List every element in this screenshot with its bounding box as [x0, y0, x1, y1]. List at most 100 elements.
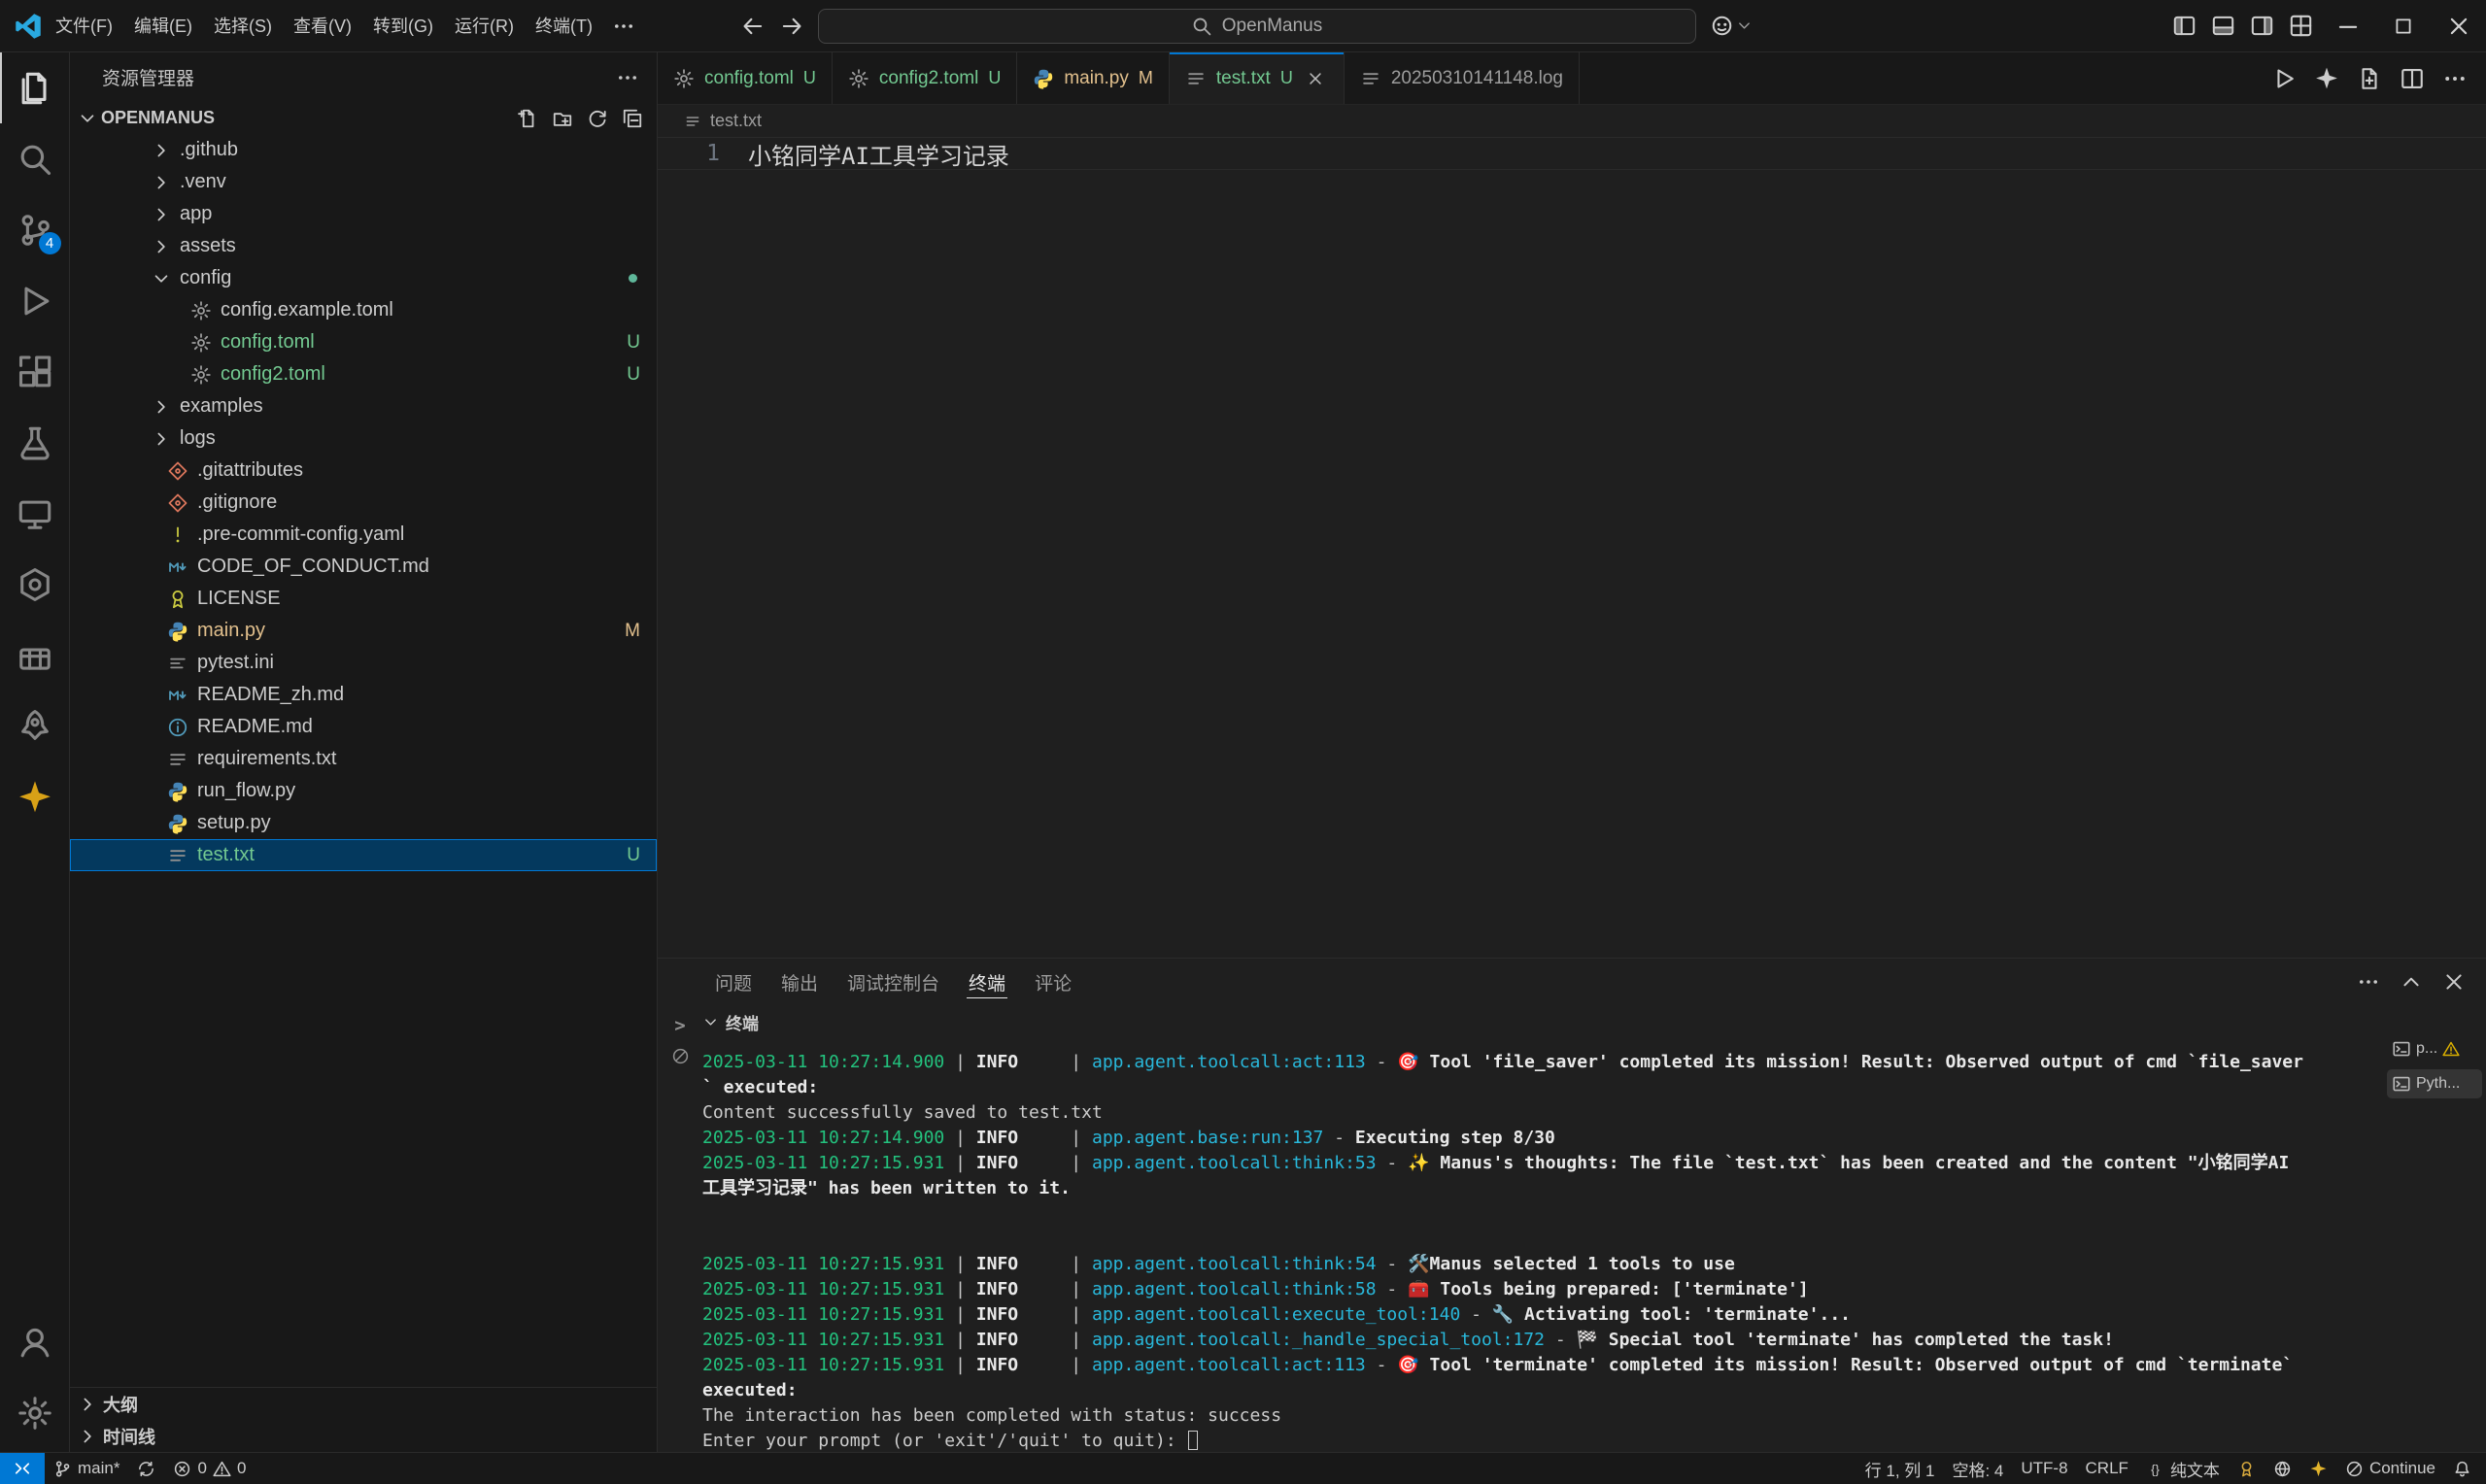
section-大纲[interactable]: 大纲: [70, 1388, 657, 1420]
status-continue[interactable]: Continue: [2336, 1453, 2444, 1484]
panel-tab-问题[interactable]: 问题: [700, 959, 766, 1005]
menu-item-5[interactable]: 运行(R): [444, 9, 525, 44]
tree-item-README.md[interactable]: README.md: [70, 711, 657, 743]
tree-item-.pre-commit-config.yaml[interactable]: .pre-commit-config.yaml: [70, 519, 657, 551]
tab-test.txt[interactable]: test.txtU: [1170, 52, 1345, 104]
activity-run-debug[interactable]: [0, 265, 70, 336]
tree-item-.gitignore[interactable]: .gitignore: [70, 487, 657, 519]
breadcrumb-file[interactable]: test.txt: [710, 111, 762, 131]
tab-config2.toml[interactable]: config2.tomlU: [833, 52, 1017, 104]
terminal-instance-Pyth...[interactable]: Pyth...: [2387, 1069, 2482, 1098]
tree-item-config2.toml[interactable]: config2.tomlU: [70, 358, 657, 390]
tree-item-run_flow.py[interactable]: run_flow.py: [70, 775, 657, 807]
status-cursor-position[interactable]: 行 1, 列 1: [1856, 1453, 1944, 1484]
status-language-mode[interactable]: {}纯文本: [2137, 1453, 2229, 1484]
minimize-button[interactable]: [2320, 0, 2375, 52]
run-button[interactable]: [2265, 57, 2303, 100]
tab-main.py[interactable]: main.pyM: [1017, 52, 1170, 104]
tree-item-examples[interactable]: examples: [70, 390, 657, 422]
layout-sidebar-left-button[interactable]: [2164, 5, 2203, 48]
new-folder-button[interactable]: [552, 108, 573, 129]
tree-item-main.py[interactable]: main.pyM: [70, 615, 657, 647]
layout-grid-button[interactable]: [2281, 5, 2320, 48]
menu-item-3[interactable]: 查看(V): [283, 9, 362, 44]
menu-item-1[interactable]: 编辑(E): [123, 9, 203, 44]
activity-testing[interactable]: [0, 407, 70, 478]
section-时间线[interactable]: 时间线: [70, 1420, 657, 1452]
panel-tab-评论[interactable]: 评论: [1020, 959, 1086, 1005]
tree-item-CODE_OF_CONDUCT.md[interactable]: CODE_OF_CONDUCT.md: [70, 551, 657, 583]
more-menus-icon[interactable]: [605, 5, 642, 48]
maximize-panel-button[interactable]: [2393, 963, 2430, 1000]
activity-kubernetes[interactable]: [0, 549, 70, 620]
status-notifications[interactable]: [2444, 1453, 2480, 1484]
activity-extensions[interactable]: [0, 336, 70, 407]
status-eol[interactable]: CRLF: [2077, 1453, 2137, 1484]
tree-item-.github[interactable]: .github: [70, 134, 657, 166]
forward-button[interactable]: [773, 5, 810, 48]
tree-item-LICENSE[interactable]: LICENSE: [70, 583, 657, 615]
layout-sidebar-right-button[interactable]: [2242, 5, 2281, 48]
tree-item-config.toml[interactable]: config.tomlU: [70, 326, 657, 358]
tree-item-.gitattributes[interactable]: .gitattributes: [70, 455, 657, 487]
maximize-button[interactable]: [2375, 0, 2431, 52]
close-tab-button[interactable]: [1303, 66, 1328, 91]
project-section-header[interactable]: OPENMANUS: [70, 102, 657, 134]
status-branch[interactable]: main*: [45, 1453, 128, 1484]
new-file-button[interactable]: [517, 108, 538, 129]
tab-config.toml[interactable]: config.tomlU: [658, 52, 833, 104]
status-ai-sparkle[interactable]: [2300, 1453, 2336, 1484]
refresh-button[interactable]: [587, 108, 608, 129]
status-globe-status[interactable]: [2265, 1453, 2300, 1484]
status-encoding[interactable]: UTF-8: [2012, 1453, 2076, 1484]
menu-item-4[interactable]: 转到(G): [362, 9, 444, 44]
terminal-instance-p...[interactable]: p...: [2387, 1034, 2482, 1063]
activity-containers[interactable]: [0, 620, 70, 691]
tree-item-test.txt[interactable]: test.txtU: [70, 839, 657, 871]
activity-remote-explorer[interactable]: [0, 478, 70, 549]
tree-item-logs[interactable]: logs: [70, 422, 657, 455]
tree-item-app[interactable]: app: [70, 198, 657, 230]
activity-source-control[interactable]: 4: [0, 194, 70, 265]
menu-item-0[interactable]: 文件(F): [45, 9, 123, 44]
terminal-main[interactable]: 终端 2025-03-11 10:27:14.900 | INFO | app.…: [702, 1005, 2385, 1452]
sidebar-more-actions-icon[interactable]: [616, 66, 639, 89]
tree-item-assets[interactable]: assets: [70, 230, 657, 262]
status-sync[interactable]: [128, 1453, 164, 1484]
layout-panel-button[interactable]: [2203, 5, 2242, 48]
tab-20250310141148.log[interactable]: 20250310141148.log: [1345, 52, 1580, 104]
panel-tab-终端[interactable]: 终端: [954, 959, 1020, 1005]
tree-item-README_zh.md[interactable]: README_zh.md: [70, 679, 657, 711]
panel-tab-输出[interactable]: 输出: [766, 959, 833, 1005]
tree-item-requirements.txt[interactable]: requirements.txt: [70, 743, 657, 775]
tree-item-pytest.ini[interactable]: pytest.ini: [70, 647, 657, 679]
split-editor-button[interactable]: [2393, 57, 2432, 100]
tree-item-setup.py[interactable]: setup.py: [70, 807, 657, 839]
activity-account[interactable]: [0, 1306, 70, 1377]
copilot-menu[interactable]: [1710, 14, 1753, 38]
terminal-section-header[interactable]: 终端: [702, 1005, 2385, 1038]
activity-settings[interactable]: [0, 1377, 70, 1448]
tree-item-config.example.toml[interactable]: config.example.toml: [70, 294, 657, 326]
panel-tab-调试控制台[interactable]: 调试控制台: [833, 959, 954, 1005]
back-button[interactable]: [734, 5, 771, 48]
close-panel-button[interactable]: [2435, 963, 2472, 1000]
status-indentation[interactable]: 空格: 4: [1943, 1453, 2012, 1484]
menu-item-6[interactable]: 终端(T): [525, 9, 603, 44]
activity-search[interactable]: [0, 123, 70, 194]
status-problems[interactable]: 00: [164, 1453, 255, 1484]
activity-deploy[interactable]: [0, 691, 70, 761]
ellipsis-button[interactable]: [2435, 57, 2474, 100]
status-extension-award[interactable]: [2229, 1453, 2265, 1484]
open-changes-button[interactable]: [2350, 57, 2389, 100]
terminal-output[interactable]: 2025-03-11 10:27:14.900 | INFO | app.age…: [702, 1038, 2385, 1452]
collapse-all-button[interactable]: [622, 108, 643, 129]
command-center-search[interactable]: OpenManus: [818, 9, 1696, 44]
tree-item-config[interactable]: config: [70, 262, 657, 294]
editor-pane[interactable]: 1小铭同学AI工具学习记录: [658, 137, 2486, 958]
panel-more-actions-button[interactable]: [2350, 963, 2387, 1000]
activity-explorer[interactable]: [0, 52, 70, 123]
breadcrumb[interactable]: test.txt: [658, 105, 2486, 137]
sparkle-button[interactable]: [2307, 57, 2346, 100]
remote-indicator[interactable]: [0, 1453, 45, 1484]
